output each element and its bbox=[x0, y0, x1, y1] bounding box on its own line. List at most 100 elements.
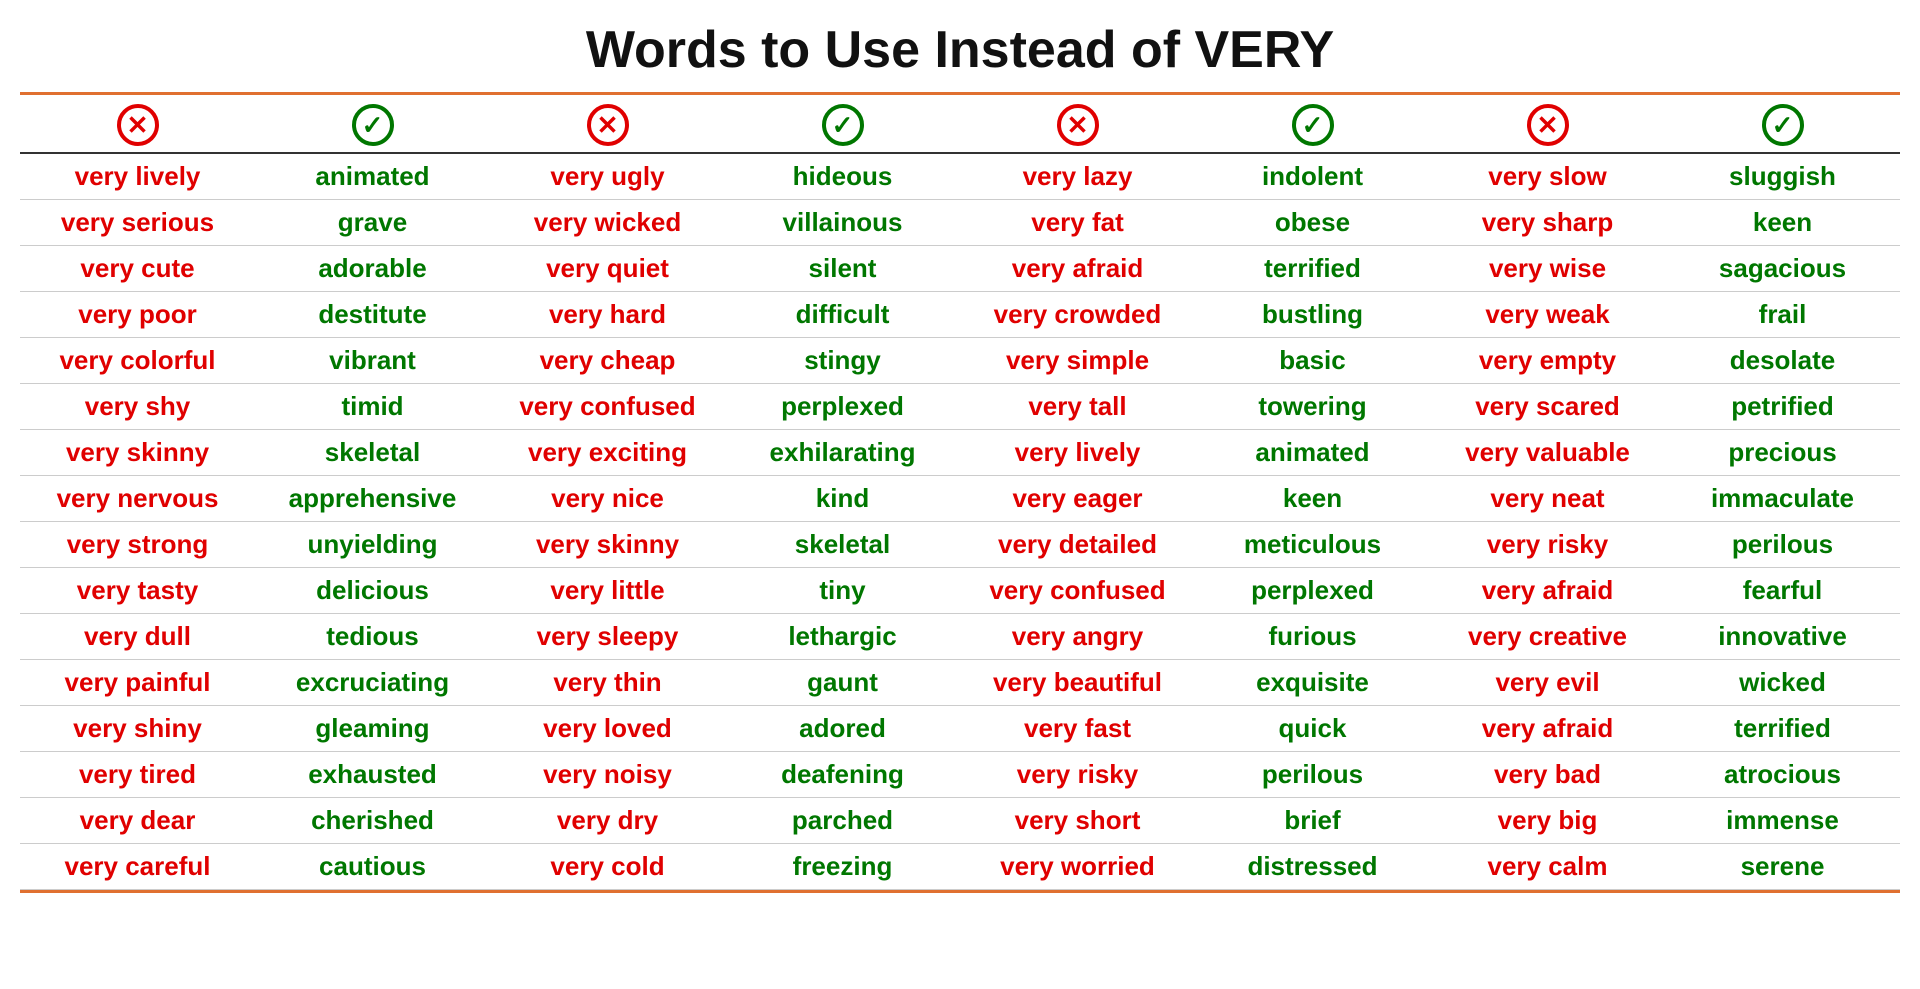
cell-r0-c4: very lazy bbox=[960, 153, 1195, 200]
check-icon-1: ✓ bbox=[352, 104, 394, 146]
cell-r3-c4: very crowded bbox=[960, 292, 1195, 338]
cell-r0-c2: very ugly bbox=[490, 153, 725, 200]
cell-r5-c1: timid bbox=[255, 384, 490, 430]
cell-r2-c7: sagacious bbox=[1665, 246, 1900, 292]
cell-r12-c1: gleaming bbox=[255, 706, 490, 752]
cell-r0-c5: indolent bbox=[1195, 153, 1430, 200]
cell-r1-c0: very serious bbox=[20, 200, 255, 246]
cell-r9-c3: tiny bbox=[725, 568, 960, 614]
cell-r3-c2: very hard bbox=[490, 292, 725, 338]
cell-r15-c0: very careful bbox=[20, 844, 255, 890]
cell-r1-c1: grave bbox=[255, 200, 490, 246]
cell-r1-c3: villainous bbox=[725, 200, 960, 246]
page-title: Words to Use Instead of VERY bbox=[586, 20, 1334, 80]
table-row: very dulltediousvery sleepylethargicvery… bbox=[20, 614, 1900, 660]
table-row: very dearcherishedvery dryparchedvery sh… bbox=[20, 798, 1900, 844]
cell-r4-c7: desolate bbox=[1665, 338, 1900, 384]
cell-r11-c0: very painful bbox=[20, 660, 255, 706]
cell-r14-c0: very dear bbox=[20, 798, 255, 844]
cell-r9-c2: very little bbox=[490, 568, 725, 614]
cell-r10-c7: innovative bbox=[1665, 614, 1900, 660]
table-row: very cuteadorablevery quietsilentvery af… bbox=[20, 246, 1900, 292]
cell-r2-c6: very wise bbox=[1430, 246, 1665, 292]
cell-r9-c0: very tasty bbox=[20, 568, 255, 614]
cell-r8-c2: very skinny bbox=[490, 522, 725, 568]
cell-r10-c1: tedious bbox=[255, 614, 490, 660]
cell-r15-c3: freezing bbox=[725, 844, 960, 890]
cell-r7-c2: very nice bbox=[490, 476, 725, 522]
cell-r4-c0: very colorful bbox=[20, 338, 255, 384]
table-body: very livelyanimatedvery uglyhideousvery … bbox=[20, 153, 1900, 890]
cell-r3-c5: bustling bbox=[1195, 292, 1430, 338]
cell-r10-c6: very creative bbox=[1430, 614, 1665, 660]
cell-r8-c3: skeletal bbox=[725, 522, 960, 568]
x-icon-1: ✕ bbox=[117, 104, 159, 146]
cell-r15-c7: serene bbox=[1665, 844, 1900, 890]
cell-r14-c1: cherished bbox=[255, 798, 490, 844]
cell-r14-c5: brief bbox=[1195, 798, 1430, 844]
cell-r13-c7: atrocious bbox=[1665, 752, 1900, 798]
cell-r15-c4: very worried bbox=[960, 844, 1195, 890]
cell-r7-c7: immaculate bbox=[1665, 476, 1900, 522]
cell-r13-c0: very tired bbox=[20, 752, 255, 798]
cell-r4-c1: vibrant bbox=[255, 338, 490, 384]
cell-r2-c2: very quiet bbox=[490, 246, 725, 292]
cell-r0-c1: animated bbox=[255, 153, 490, 200]
cell-r3-c3: difficult bbox=[725, 292, 960, 338]
cell-r14-c2: very dry bbox=[490, 798, 725, 844]
main-table-wrapper: ✕ ✓ ✕ ✓ ✕ ✓ ✕ ✓ very livelyanimatedvery … bbox=[20, 92, 1900, 893]
table-row: very colorfulvibrantvery cheapstingyvery… bbox=[20, 338, 1900, 384]
cell-r7-c0: very nervous bbox=[20, 476, 255, 522]
cell-r11-c3: gaunt bbox=[725, 660, 960, 706]
cell-r15-c2: very cold bbox=[490, 844, 725, 890]
cell-r5-c4: very tall bbox=[960, 384, 1195, 430]
cell-r2-c1: adorable bbox=[255, 246, 490, 292]
cell-r9-c1: delicious bbox=[255, 568, 490, 614]
cell-r8-c7: perilous bbox=[1665, 522, 1900, 568]
cell-r10-c5: furious bbox=[1195, 614, 1430, 660]
cell-r13-c5: perilous bbox=[1195, 752, 1430, 798]
cell-r12-c5: quick bbox=[1195, 706, 1430, 752]
cell-r14-c4: very short bbox=[960, 798, 1195, 844]
x-icon-3: ✕ bbox=[1057, 104, 1099, 146]
table-row: very nervousapprehensivevery nicekindver… bbox=[20, 476, 1900, 522]
cell-r14-c3: parched bbox=[725, 798, 960, 844]
header-icon-1: ✕ bbox=[20, 95, 255, 153]
header-icon-4: ✓ bbox=[725, 95, 960, 153]
table-row: very shytimidvery confusedperplexedvery … bbox=[20, 384, 1900, 430]
cell-r13-c4: very risky bbox=[960, 752, 1195, 798]
table-row: very carefulcautiousvery coldfreezingver… bbox=[20, 844, 1900, 890]
cell-r4-c2: very cheap bbox=[490, 338, 725, 384]
cell-r14-c6: very big bbox=[1430, 798, 1665, 844]
cell-r10-c2: very sleepy bbox=[490, 614, 725, 660]
cell-r6-c3: exhilarating bbox=[725, 430, 960, 476]
cell-r11-c1: excruciating bbox=[255, 660, 490, 706]
cell-r14-c7: immense bbox=[1665, 798, 1900, 844]
table-row: very poordestitutevery harddifficultvery… bbox=[20, 292, 1900, 338]
cell-r3-c0: very poor bbox=[20, 292, 255, 338]
cell-r4-c6: very empty bbox=[1430, 338, 1665, 384]
cell-r6-c7: precious bbox=[1665, 430, 1900, 476]
cell-r8-c1: unyielding bbox=[255, 522, 490, 568]
cell-r13-c3: deafening bbox=[725, 752, 960, 798]
cell-r10-c4: very angry bbox=[960, 614, 1195, 660]
cell-r4-c4: very simple bbox=[960, 338, 1195, 384]
header-icon-7: ✕ bbox=[1430, 95, 1665, 153]
cell-r1-c7: keen bbox=[1665, 200, 1900, 246]
cell-r6-c0: very skinny bbox=[20, 430, 255, 476]
header-icon-8: ✓ bbox=[1665, 95, 1900, 153]
cell-r11-c7: wicked bbox=[1665, 660, 1900, 706]
cell-r8-c6: very risky bbox=[1430, 522, 1665, 568]
cell-r9-c7: fearful bbox=[1665, 568, 1900, 614]
vocabulary-table: ✕ ✓ ✕ ✓ ✕ ✓ ✕ ✓ very livelyanimatedvery … bbox=[20, 95, 1900, 890]
table-row: very skinnyskeletalvery excitingexhilara… bbox=[20, 430, 1900, 476]
cell-r2-c5: terrified bbox=[1195, 246, 1430, 292]
cell-r9-c6: very afraid bbox=[1430, 568, 1665, 614]
cell-r12-c7: terrified bbox=[1665, 706, 1900, 752]
cell-r8-c4: very detailed bbox=[960, 522, 1195, 568]
cell-r9-c5: perplexed bbox=[1195, 568, 1430, 614]
cell-r8-c0: very strong bbox=[20, 522, 255, 568]
cell-r7-c6: very neat bbox=[1430, 476, 1665, 522]
cell-r5-c6: very scared bbox=[1430, 384, 1665, 430]
cell-r11-c5: exquisite bbox=[1195, 660, 1430, 706]
